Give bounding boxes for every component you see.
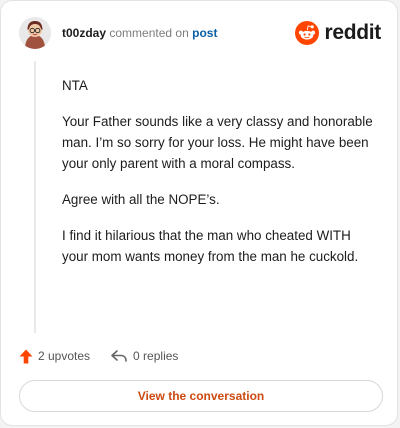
reddit-brand[interactable]: reddit	[295, 20, 381, 46]
comment-meta: t00zday commented on post	[62, 26, 217, 40]
replies-count: 0 replies	[133, 349, 179, 363]
action-text: commented on	[109, 26, 189, 40]
avatar[interactable]	[19, 17, 51, 49]
upvote-arrow-icon	[19, 349, 33, 363]
comment-body: NTA Your Father sounds like a very class…	[62, 75, 376, 282]
thread-line	[34, 61, 36, 333]
comment-paragraph: I find it hilarious that the man who che…	[62, 228, 359, 264]
reddit-wordmark: reddit	[324, 21, 381, 44]
comment-paragraph: NTA	[62, 78, 88, 93]
upvotes-stat[interactable]: 2 upvotes	[19, 349, 90, 364]
embed-card: t00zday commented on post reddit NTA You…	[0, 0, 398, 426]
comment-paragraph: Agree with all the NOPE’s.	[62, 192, 220, 207]
view-conversation-button[interactable]: View the conversation	[19, 380, 383, 412]
reddit-logo-icon	[295, 21, 320, 45]
replies-stat[interactable]: 0 replies	[110, 349, 178, 363]
comment-header: t00zday commented on post reddit	[19, 17, 381, 51]
comment-stats: 2 upvotes 0 replies	[19, 346, 178, 366]
reply-icon	[111, 350, 127, 362]
username-link[interactable]: t00zday	[62, 26, 106, 40]
post-link[interactable]: post	[192, 26, 217, 40]
upvotes-count: 2 upvotes	[38, 349, 91, 363]
comment-paragraph: Your Father sounds like a very classy an…	[62, 114, 373, 171]
